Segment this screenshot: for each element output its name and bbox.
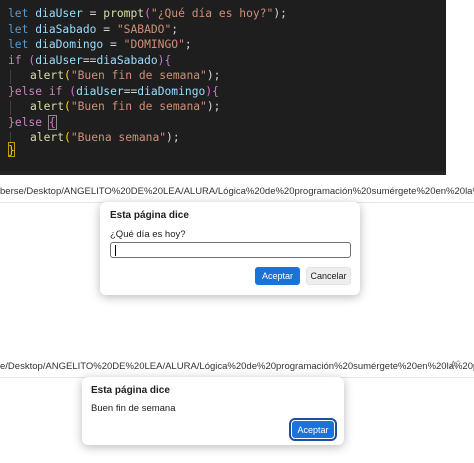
dialog-message: Buen fin de semana: [91, 403, 176, 414]
reader-mode-icon[interactable]: Aˆ: [450, 360, 460, 371]
url-text: e/Desktop/ANGELITO%20DE%20LEA/ALURA/Lógi…: [0, 361, 474, 372]
code-line-9: alert("Buena semana");: [30, 131, 180, 144]
url-text: berse/Desktop/ANGELITO%20DE%20LEA/ALURA/…: [0, 186, 474, 197]
address-bar[interactable]: berse/Desktop/ANGELITO%20DE%20LEA/ALURA/…: [0, 182, 474, 203]
code-editor[interactable]: let diaUser = prompt("¿Qué día es hoy?")…: [0, 0, 446, 175]
prompt-dialog: Esta página dice ¿Qué día es hoy? Acepta…: [100, 202, 360, 295]
code-line-3: let diaDomingo = "DOMINGO";: [8, 38, 192, 51]
dialog-title: Esta página dice: [110, 210, 189, 221]
dialog-message: ¿Qué día es hoy?: [110, 229, 186, 240]
prompt-input[interactable]: [110, 242, 351, 258]
code-line-8: }else {: [8, 114, 57, 130]
text-caret: [115, 244, 116, 256]
matching-brace-highlight: [8, 142, 15, 157]
code-line-1: let diaUser = prompt("¿Qué día es hoy?")…: [8, 7, 287, 20]
code-line-6: }else if (diaUser==diaDomingo){: [8, 84, 219, 98]
cancel-button[interactable]: Cancelar: [306, 267, 351, 285]
ok-button[interactable]: Aceptar: [255, 267, 300, 285]
alert-dialog: Esta página dice Buen fin de semana Acep…: [82, 377, 344, 445]
address-bar[interactable]: e/Desktop/ANGELITO%20DE%20LEA/ALURA/Lógi…: [0, 357, 474, 378]
code-line-7: alert("Buen fin de semana");: [30, 100, 221, 113]
ok-button[interactable]: Aceptar: [289, 418, 337, 441]
code-line-4: if (diaUser==diaSabado){: [8, 53, 172, 67]
editor-bottom-bar: [0, 171, 446, 175]
code-line-2: let diaSabado = "SABADO";: [8, 22, 179, 36]
dialog-title: Esta página dice: [91, 385, 170, 396]
code-line-5: alert("Buen fin de semana");: [30, 69, 221, 82]
